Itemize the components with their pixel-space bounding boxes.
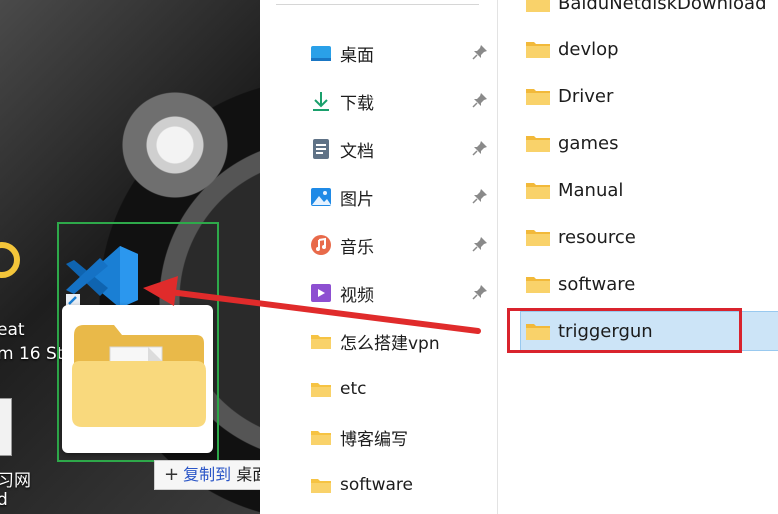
folder-label: devlop [558, 38, 619, 60]
drag-preview-card: { } [62, 305, 213, 453]
folder-item[interactable]: Driver [526, 81, 613, 111]
folder-label: resource [558, 226, 636, 248]
folder-icon [526, 0, 550, 12]
desktop-icon-label: m 16 St [0, 344, 64, 364]
divider [276, 4, 479, 5]
folder-item[interactable]: Manual [526, 175, 623, 205]
app-shortcut-icon[interactable] [0, 242, 20, 278]
nav-item-documents[interactable]: 文档 [310, 134, 374, 164]
nav-item-label: 桌面 [340, 45, 374, 66]
nav-item-desktop[interactable]: 桌面 [310, 38, 374, 68]
pin-icon[interactable] [472, 284, 488, 300]
pin-icon[interactable] [472, 188, 488, 204]
callout-box [507, 308, 742, 353]
folder-item[interactable]: games [526, 128, 618, 158]
file-shortcut-icon[interactable] [0, 398, 12, 456]
folder-icon [310, 426, 332, 448]
nav-item-downloads[interactable]: 下载 [310, 86, 374, 116]
folder-label: games [558, 132, 619, 154]
nav-item-label: etc [340, 379, 367, 399]
desktop-icon-label: 习网 [0, 471, 31, 491]
pin-icon[interactable] [472, 140, 488, 156]
desktop-icon-label: d [0, 490, 8, 510]
folder-item[interactable]: software [526, 269, 635, 299]
pin-icon[interactable] [472, 92, 488, 108]
nav-item-videos[interactable]: 视频 [310, 278, 374, 308]
folder-with-file-icon: { } [72, 325, 206, 427]
pin-icon[interactable] [472, 44, 488, 60]
folder-icon [526, 136, 550, 152]
nav-item-folder[interactable]: etc [310, 374, 366, 404]
nav-item-label: 文档 [340, 141, 374, 162]
folder-icon [526, 277, 550, 293]
nav-item-label: software [340, 475, 414, 495]
folder-icon [526, 183, 550, 199]
folder-icon [310, 330, 332, 352]
nav-item-folder[interactable]: software [310, 470, 413, 500]
download-icon [310, 90, 332, 112]
folder-label: software [558, 273, 636, 295]
nav-item-label: 博客编写 [340, 429, 408, 450]
nav-item-folder[interactable]: 博客编写 [310, 422, 408, 452]
pin-icon[interactable] [472, 236, 488, 252]
plus-icon: + [164, 464, 180, 485]
folder-item[interactable]: BaiduNetdiskDownload [526, 0, 767, 18]
folder-item[interactable]: devlop [526, 34, 619, 64]
copy-verb: 复制到 [183, 465, 232, 484]
nav-item-music[interactable]: 音乐 [310, 230, 374, 260]
folder-icon [526, 230, 550, 246]
folder-icon [310, 378, 332, 400]
desktop-icon-label: eat [0, 320, 25, 340]
nav-item-label: 下载 [340, 93, 374, 114]
nav-item-pictures[interactable]: 图片 [310, 182, 374, 212]
folder-label: Driver [558, 85, 614, 107]
nav-item-label: 图片 [340, 189, 374, 210]
folder-icon [310, 474, 332, 496]
video-icon [310, 282, 332, 304]
pictures-icon [310, 186, 332, 208]
file-list-pane [498, 0, 778, 514]
nav-item-label: 音乐 [340, 237, 374, 258]
nav-item-folder[interactable]: 怎么搭建vpn [310, 326, 440, 356]
nav-item-label: 怎么搭建vpn [340, 333, 440, 354]
document-icon [310, 138, 332, 160]
folder-label: Manual [558, 179, 624, 201]
music-icon [310, 234, 332, 256]
folder-icon [526, 89, 550, 105]
desktop-icon [310, 42, 332, 64]
folder-item[interactable]: resource [526, 222, 636, 252]
vscode-icon [66, 246, 138, 308]
folder-label: BaiduNetdiskDownload [558, 0, 767, 14]
nav-item-label: 视频 [340, 285, 374, 306]
folder-icon [526, 42, 550, 58]
